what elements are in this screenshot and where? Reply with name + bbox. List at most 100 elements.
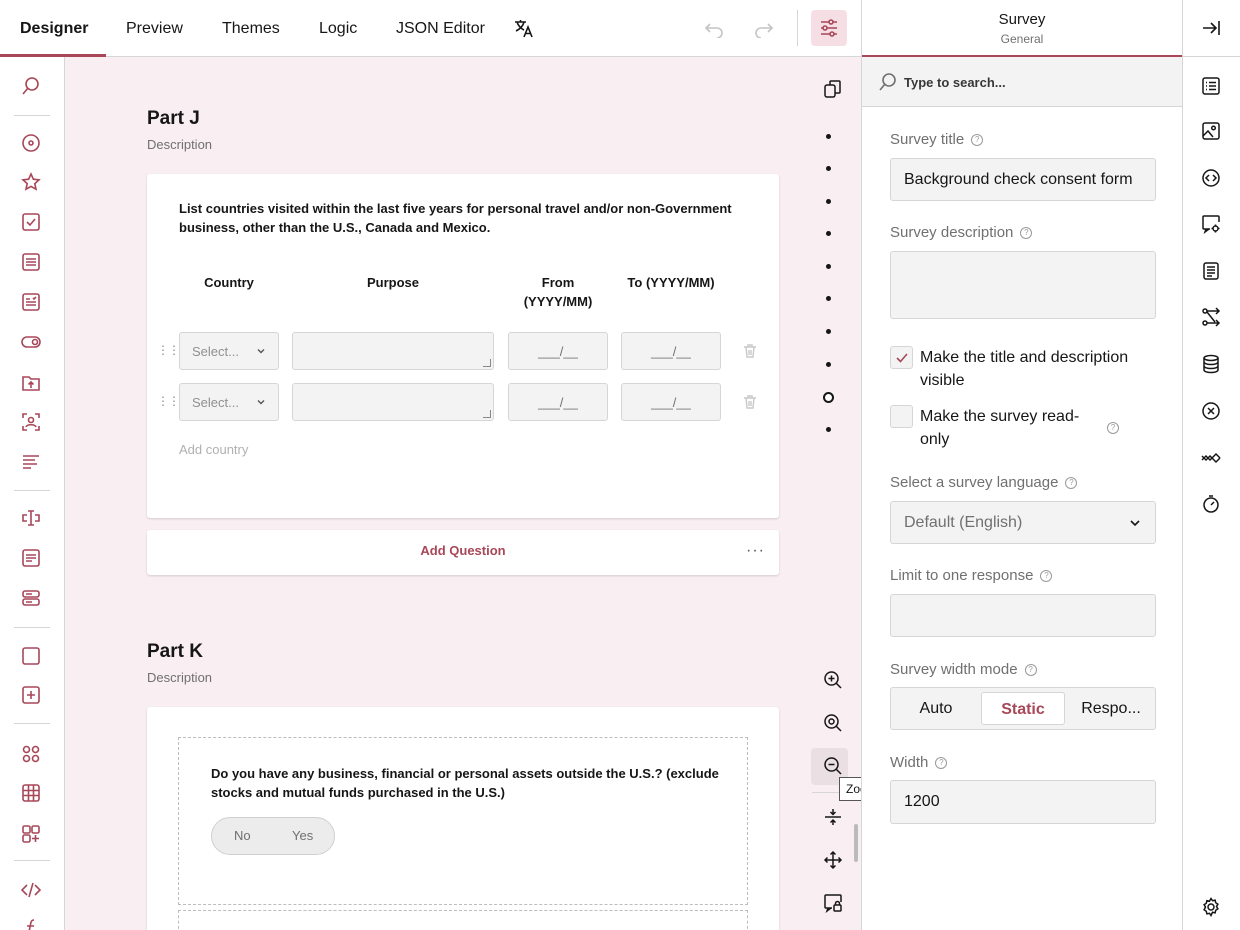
question-title[interactable]: List countries visited within the last f… [179,199,749,237]
page-nav-dot[interactable] [826,264,831,269]
page-nav-dot[interactable] [826,134,831,139]
yes-no-toggle[interactable]: No Yes [211,817,335,855]
width-mode-auto[interactable]: Auto [895,692,977,725]
expand-all-button[interactable] [817,844,849,876]
help-icon[interactable]: ? [1107,422,1119,434]
help-icon[interactable]: ? [1024,663,1037,676]
tool-matrix[interactable] [19,742,43,766]
tool-rating[interactable] [19,170,43,194]
more-options-button[interactable]: ··· [746,542,765,560]
tab-designer[interactable]: Designer [20,0,88,57]
collapse-panel-button[interactable] [1199,16,1223,40]
drag-handle-icon[interactable]: ⋮⋮ [157,394,180,408]
limit-response-input[interactable] [890,594,1156,637]
tool-dynamic-panel[interactable] [19,683,43,707]
next-question-card[interactable] [178,910,748,930]
language-dropdown[interactable]: Default (English) [890,501,1156,544]
tool-dropdown[interactable] [19,250,43,274]
delete-row-icon[interactable] [742,343,758,359]
tool-expression[interactable] [19,915,43,930]
tab-json-editor[interactable]: JSON Editor [396,0,485,57]
country-select[interactable]: Select... [179,383,279,421]
add-row-button[interactable]: Add country [179,442,248,457]
tool-radiogroup[interactable] [19,131,43,155]
help-icon[interactable]: ? [1020,226,1033,239]
to-date-input[interactable]: ___/__ [621,332,721,370]
page-title-j[interactable]: Part J [147,108,200,130]
tool-file[interactable] [19,370,43,394]
read-only-checkbox[interactable] [890,405,913,428]
yes-option[interactable]: Yes [292,828,313,843]
zoom-in-button[interactable] [817,664,849,696]
page-nav-dot-current[interactable] [823,392,834,403]
property-search-input[interactable] [904,73,1164,91]
page-nav-dot[interactable] [826,231,831,236]
zoom-to-fit-button[interactable] [817,707,849,739]
tool-checkbox[interactable] [19,210,43,234]
width-mode-static[interactable]: Static [981,692,1065,725]
purpose-textarea[interactable] [292,383,494,421]
to-date-input[interactable]: ___/__ [621,383,721,421]
help-icon[interactable]: ? [1065,476,1078,489]
category-timer[interactable] [1199,492,1223,516]
tool-image-picker[interactable] [19,410,43,434]
page-nav-dot[interactable] [826,296,831,301]
add-question-button[interactable]: Add Question [147,543,779,558]
duplicate-button[interactable] [817,73,849,105]
category-logo[interactable] [1199,119,1223,143]
delete-row-icon[interactable] [742,394,758,410]
no-option[interactable]: No [234,828,251,843]
help-icon[interactable]: ? [1040,569,1053,582]
help-icon[interactable]: ? [935,756,948,769]
redo-button[interactable] [746,10,782,46]
tool-ranking[interactable] [19,450,43,474]
page-description-j[interactable]: Description [147,137,212,152]
country-select[interactable]: Select... [179,332,279,370]
canvas-scrollbar[interactable] [854,824,858,862]
tool-multiple-text[interactable] [19,586,43,610]
page-nav-dot[interactable] [826,329,831,334]
page-description-k[interactable]: Description [147,670,212,685]
collapse-all-button[interactable] [817,801,849,833]
from-date-input[interactable]: ___/__ [508,332,608,370]
tool-panel[interactable] [19,644,43,668]
from-date-input[interactable]: ___/__ [508,383,608,421]
toolbox-search[interactable] [19,74,43,98]
lock-question-button[interactable] [817,887,849,919]
title-visible-label[interactable]: Make the title and description visible [920,346,1160,392]
width-mode-responsive[interactable]: Respo... [1069,692,1153,725]
survey-title-input[interactable]: Background check consent form [890,158,1156,201]
category-navigation[interactable] [1199,166,1223,190]
tab-logic[interactable]: Logic [319,0,357,57]
page-nav-dot[interactable] [826,166,831,171]
category-question-settings[interactable] [1199,212,1223,236]
tool-comment[interactable] [19,546,43,570]
survey-description-input[interactable] [890,251,1156,319]
tool-matrix-dropdown[interactable] [19,781,43,805]
question-card-boolean[interactable]: Do you have any business, financial or p… [178,737,748,905]
tool-matrix-dynamic[interactable] [19,822,43,846]
width-input[interactable]: 1200 [890,780,1156,824]
question-card-matrix[interactable]: List countries visited within the last f… [147,174,779,518]
tab-preview[interactable]: Preview [126,0,183,57]
category-data[interactable] [1199,352,1223,376]
page-nav-dot[interactable] [826,427,831,432]
page-nav-dot[interactable] [826,199,831,204]
tool-text[interactable] [19,506,43,530]
tool-html[interactable] [19,878,43,902]
question-title[interactable]: Do you have any business, financial or p… [211,764,721,802]
tool-boolean[interactable] [19,330,43,354]
tab-themes[interactable]: Themes [222,0,280,57]
category-logic[interactable] [1199,305,1223,329]
category-general[interactable] [1199,74,1223,98]
help-icon[interactable]: ? [971,133,984,146]
page-title-k[interactable]: Part K [147,641,203,663]
read-only-label[interactable]: Make the survey read-only [920,405,1100,451]
title-visible-checkbox[interactable] [890,346,913,369]
category-showing-results[interactable] [1199,445,1223,469]
page-nav-dot[interactable] [826,362,831,367]
designer-settings-button[interactable] [1199,895,1223,919]
category-pages[interactable] [1199,259,1223,283]
purpose-textarea[interactable] [292,332,494,370]
settings-toggle-button[interactable] [811,10,847,46]
